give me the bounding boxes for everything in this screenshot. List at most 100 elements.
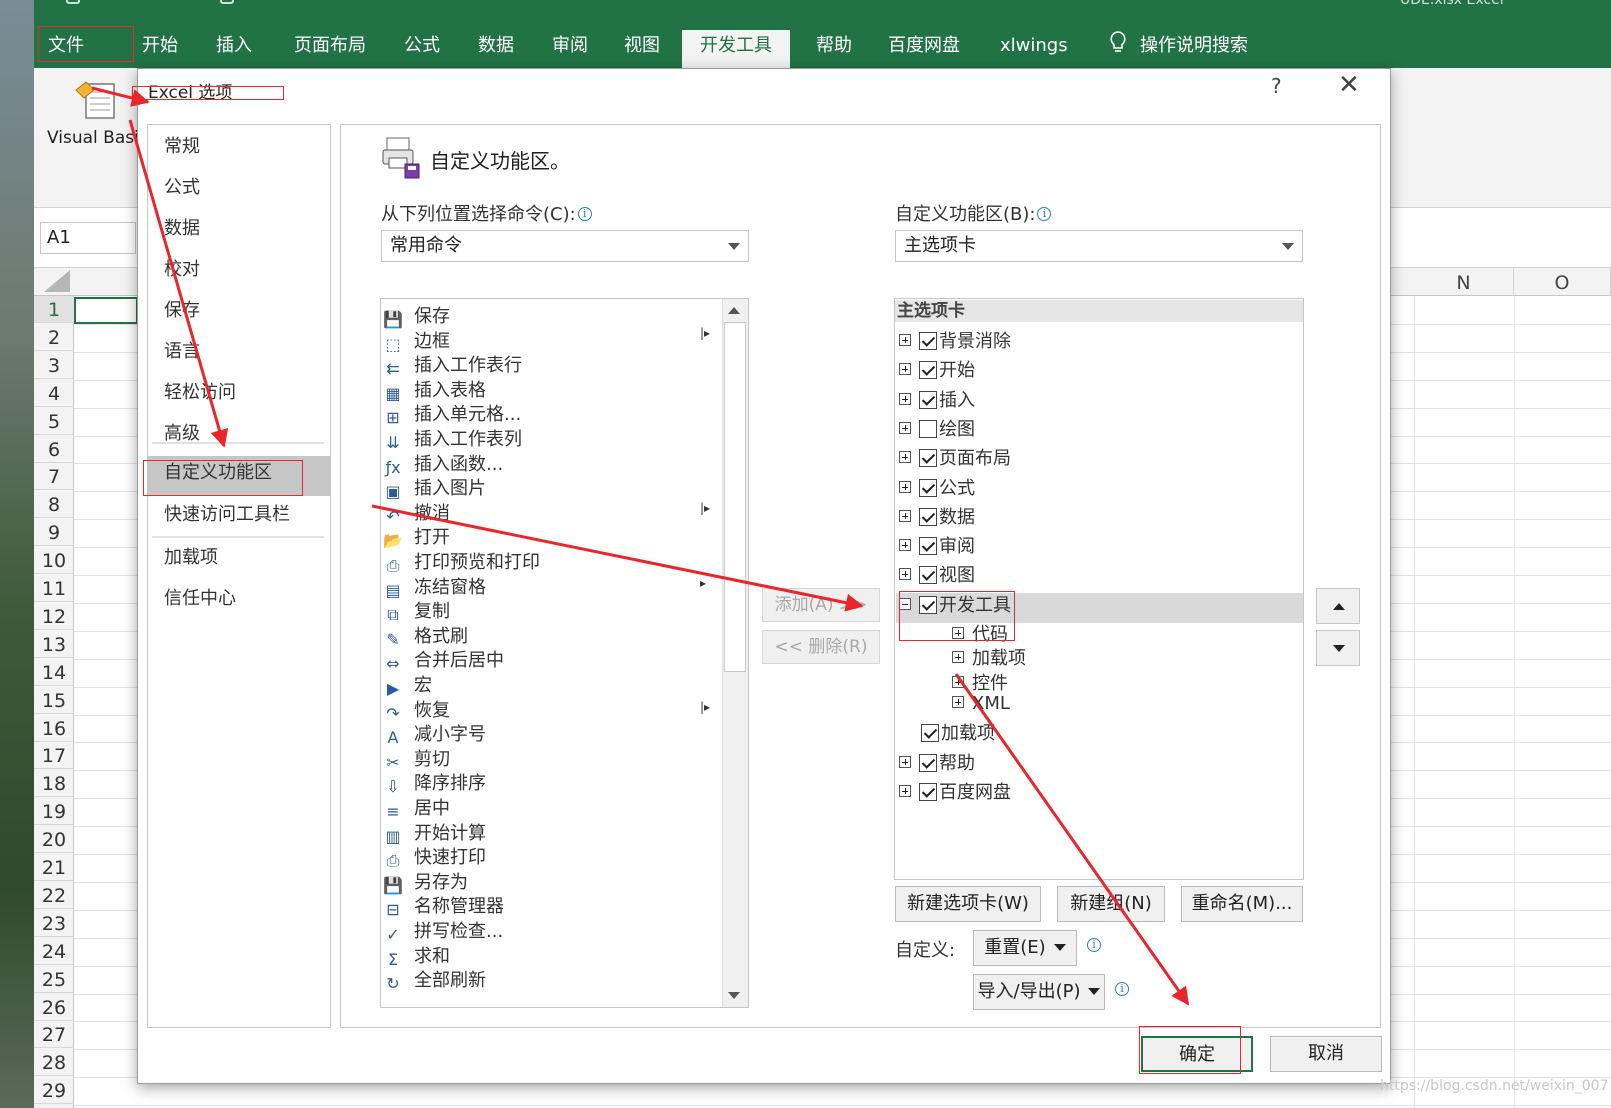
row-header[interactable]: 28: [34, 1049, 74, 1077]
expand-icon[interactable]: [899, 363, 911, 376]
expand-icon[interactable]: [952, 695, 964, 708]
move-down-button[interactable]: [1316, 630, 1360, 666]
tree-node[interactable]: 开始: [899, 356, 975, 382]
row-header[interactable]: 9: [34, 519, 74, 547]
checkbox[interactable]: [919, 537, 937, 556]
tree-node[interactable]: 加载项: [899, 719, 995, 745]
command-item[interactable]: ⇇ 插入工作表行: [382, 351, 522, 378]
expand-icon[interactable]: [952, 675, 964, 688]
ribbon-tab[interactable]: 公式: [396, 30, 448, 68]
command-item[interactable]: ↶ 撤消: [382, 499, 450, 526]
row-header[interactable]: 13: [34, 631, 74, 658]
expand-icon[interactable]: [899, 480, 911, 493]
tree-node[interactable]: 公式: [899, 474, 975, 500]
checkbox[interactable]: [919, 782, 937, 801]
row-header[interactable]: 11: [34, 575, 74, 602]
column-header[interactable]: N: [1414, 268, 1514, 296]
info-icon[interactable]: i: [1037, 207, 1052, 221]
add-button[interactable]: 添加(A) >>: [762, 588, 880, 622]
ribbon-tab[interactable]: 数据: [470, 30, 522, 68]
visual-basic-icon[interactable]: [72, 78, 118, 120]
command-item[interactable]: ⇩ 降序排序: [382, 769, 486, 796]
nav-item[interactable]: 保存: [164, 296, 200, 322]
tree-node[interactable]: 背景消除: [899, 327, 1011, 353]
ribbon-tab[interactable]: 审阅: [544, 30, 596, 68]
command-item[interactable]: ⇔ 合并后居中: [382, 646, 504, 673]
tree-node[interactable]: 绘图: [899, 415, 975, 441]
checkbox[interactable]: [919, 478, 937, 497]
tree-node[interactable]: 帮助: [899, 749, 975, 775]
reset-button[interactable]: 重置(E): [973, 930, 1077, 966]
row-header[interactable]: 24: [34, 938, 74, 965]
choose-commands-dropdown[interactable]: 常用命令: [381, 230, 749, 262]
ribbon-tab[interactable]: 操作说明搜索: [1132, 30, 1256, 68]
column-header[interactable]: O: [1514, 268, 1611, 296]
nav-item[interactable]: 轻松访问: [164, 378, 236, 404]
command-item[interactable]: 💾 另存为: [382, 868, 468, 895]
info-icon[interactable]: i: [1115, 982, 1129, 996]
command-item[interactable]: ⎙ 打印预览和打印: [382, 548, 540, 575]
checkbox[interactable]: [919, 390, 937, 409]
expand-icon[interactable]: [899, 539, 911, 552]
row-header[interactable]: 15: [34, 687, 74, 714]
row-header[interactable]: 27: [34, 1021, 74, 1049]
new-tab-button[interactable]: 新建选项卡(W): [895, 886, 1041, 922]
row-header[interactable]: 16: [34, 715, 74, 742]
ribbon-tab[interactable]: 页面布局: [286, 30, 374, 68]
import-export-button[interactable]: 导入/导出(P): [973, 974, 1105, 1010]
lightbulb-icon[interactable]: [1100, 30, 1136, 68]
rename-button[interactable]: 重命名(M)...: [1181, 886, 1303, 922]
command-item[interactable]: ▶ 宏: [382, 671, 432, 698]
tree-node[interactable]: XML: [952, 693, 1010, 719]
nav-item[interactable]: 公式: [164, 173, 200, 199]
nav-item[interactable]: 快速访问工具栏: [164, 500, 290, 526]
checkbox[interactable]: [919, 753, 937, 772]
checkbox[interactable]: [919, 332, 937, 350]
command-item[interactable]: ⎙ 快速打印: [382, 843, 486, 870]
command-item[interactable]: 💾 保存: [382, 302, 450, 329]
command-item[interactable]: ↷ 恢复: [382, 696, 450, 723]
name-box[interactable]: A1: [40, 222, 136, 254]
remove-button[interactable]: << 删除(R): [762, 630, 880, 664]
tree-node[interactable]: 审阅: [899, 532, 975, 558]
command-item[interactable]: ✎ 格式刷: [382, 622, 468, 649]
row-header[interactable]: 2: [34, 324, 74, 351]
expand-icon[interactable]: [899, 509, 911, 522]
checkbox[interactable]: [919, 566, 937, 585]
row-header[interactable]: 23: [34, 910, 74, 937]
customize-ribbon-dropdown[interactable]: 主选项卡: [895, 230, 1303, 262]
command-item[interactable]: ✂ 剪切: [382, 745, 450, 772]
row-header[interactable]: 18: [34, 770, 74, 798]
tree-node[interactable]: 加载项: [952, 644, 1026, 670]
close-button[interactable]: ✕: [1338, 72, 1360, 98]
nav-item[interactable]: 语言: [164, 337, 200, 363]
command-item[interactable]: ⊞ 插入单元格...: [382, 400, 521, 427]
command-item[interactable]: ▣ 插入图片: [382, 474, 486, 501]
cancel-button[interactable]: 取消: [1270, 1036, 1382, 1072]
row-header[interactable]: 26: [34, 994, 74, 1021]
nav-item[interactable]: 校对: [164, 255, 200, 281]
checkbox[interactable]: [921, 724, 939, 743]
nav-item[interactable]: 数据: [164, 214, 200, 240]
scroll-down-icon[interactable]: [728, 992, 740, 999]
tree-node[interactable]: 百度网盘: [899, 778, 1011, 804]
new-group-button[interactable]: 新建组(N): [1057, 886, 1165, 922]
row-header[interactable]: 21: [34, 854, 74, 881]
select-all-corner[interactable]: [44, 270, 70, 292]
tree-node[interactable]: 视图: [899, 561, 975, 587]
command-item[interactable]: ▤ 冻结窗格: [382, 573, 486, 600]
checkbox[interactable]: [919, 507, 937, 526]
row-header[interactable]: 5: [34, 408, 74, 435]
command-item[interactable]: ≡ 居中: [382, 794, 450, 821]
row-header[interactable]: 4: [34, 380, 74, 407]
checkbox[interactable]: [919, 361, 937, 380]
ribbon-tab[interactable]: 百度网盘: [880, 30, 968, 68]
command-item[interactable]: ▥ 开始计算: [382, 819, 486, 846]
help-button[interactable]: ?: [1271, 74, 1282, 98]
row-header[interactable]: 14: [34, 659, 74, 686]
command-item[interactable]: ⧉ 复制: [382, 597, 450, 624]
expand-icon[interactable]: [899, 568, 911, 581]
tree-node[interactable]: 数据: [899, 503, 975, 529]
visual-basic-button-label[interactable]: Visual Basi: [47, 128, 139, 148]
row-header[interactable]: 20: [34, 826, 74, 854]
